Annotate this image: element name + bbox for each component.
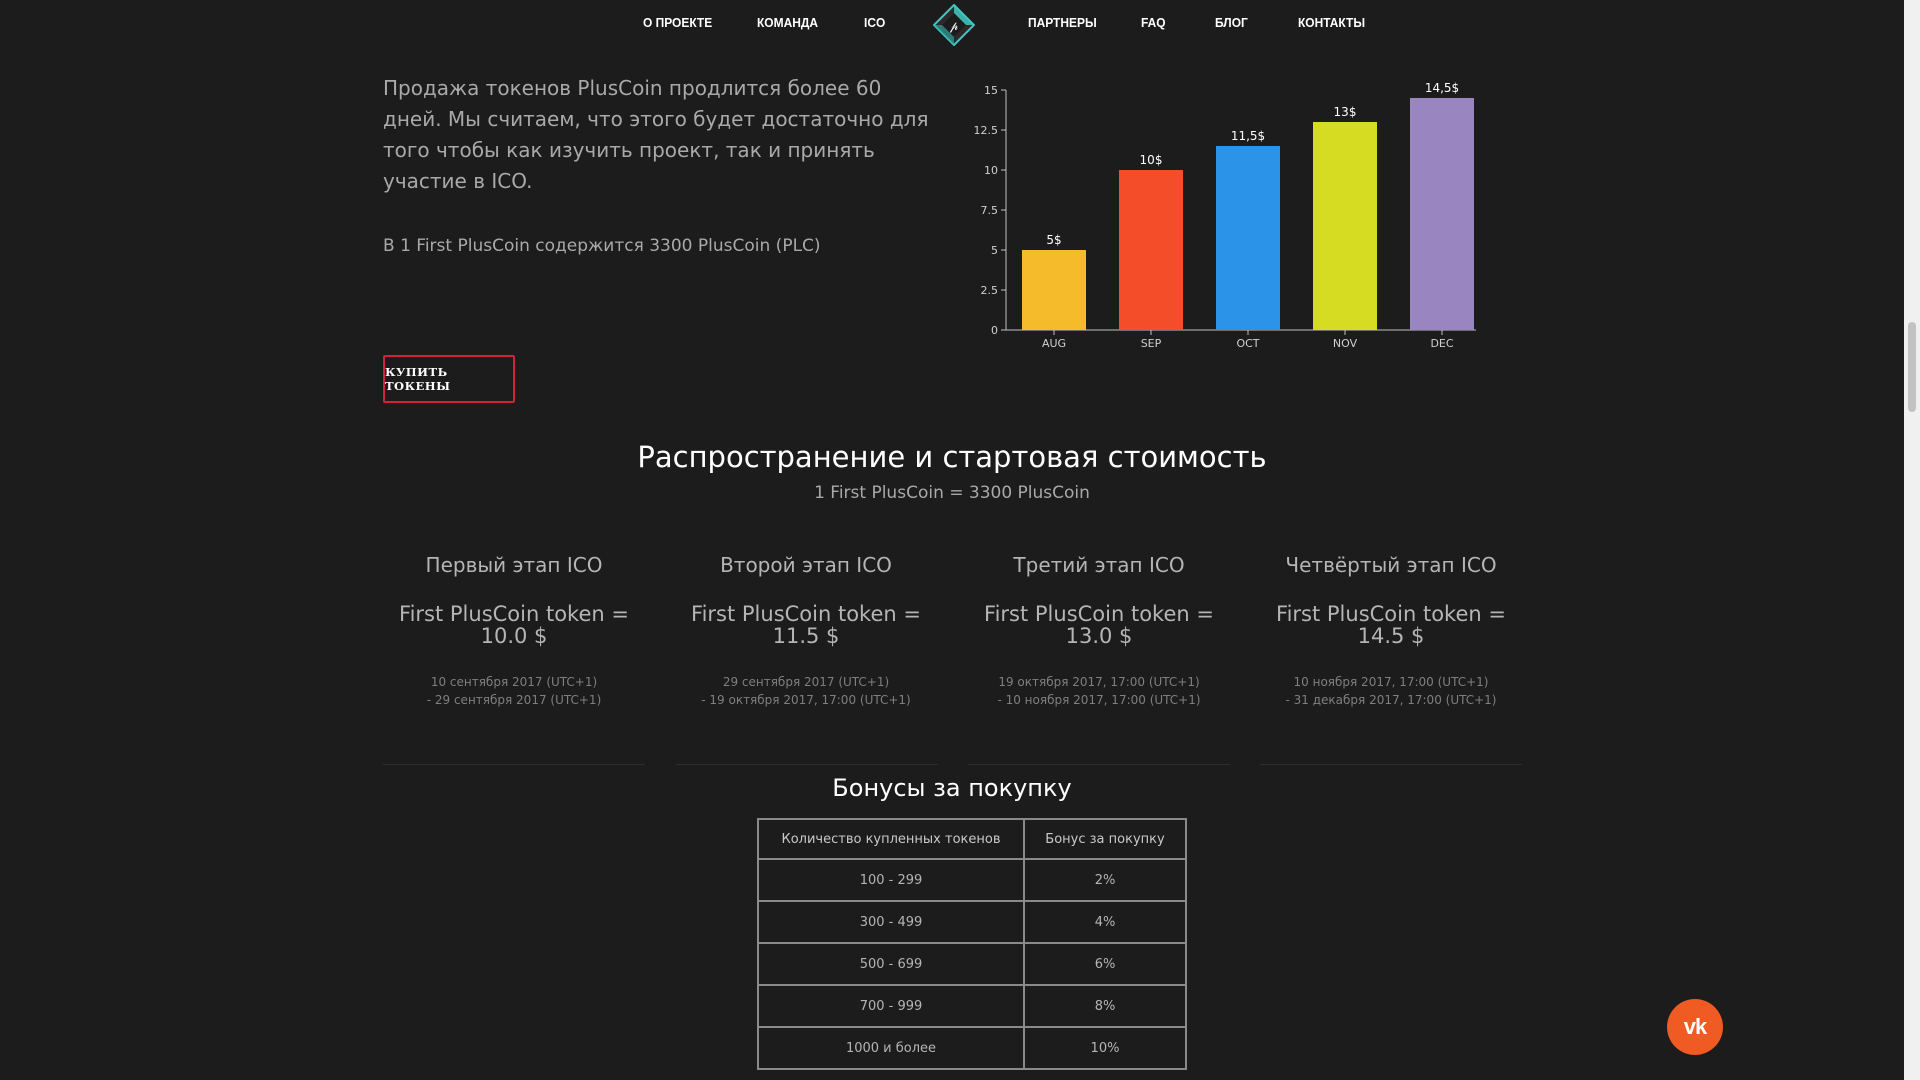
bonus-title: Бонусы за покупку	[832, 774, 1072, 802]
svg-text:𝓅: 𝓅	[950, 19, 959, 33]
top-navigation: О ПРОЕКТЕ КОМАНДА ICO 𝓅 ПАРТНЕРЫ FAQ БЛО…	[0, 0, 1904, 46]
chart-data-label: 10$	[1140, 153, 1163, 167]
stage-price: First PlusCoin token = 14.5 $	[1256, 603, 1526, 647]
bonus-quantity-cell: 100 - 299	[757, 858, 1025, 902]
bonus-percent-cell: 6%	[1023, 942, 1187, 986]
bonus-quantity-cell: 1000 и более	[757, 1026, 1025, 1070]
nav-item-faq[interactable]: FAQ	[1141, 15, 1166, 30]
stage-price: First PlusCoin token = 11.5 $	[671, 603, 941, 647]
divider	[676, 764, 938, 765]
bonus-table-header-row: Количество купленных токенов Бонус за по…	[757, 818, 1187, 860]
table-row: 500 - 699 6%	[757, 942, 1187, 986]
distribution-subtitle: 1 First PlusCoin = 3300 PlusCoin	[814, 483, 1090, 503]
bonus-header-bonus: Бонус за покупку	[1023, 818, 1187, 860]
bonus-table: Количество купленных токенов Бонус за по…	[757, 818, 1187, 1070]
stage-date: 29 сентября 2017 (UTC+1) - 19 октября 20…	[671, 673, 941, 709]
bonus-percent-cell: 2%	[1023, 858, 1187, 902]
chart-y-tick-label: 0	[991, 324, 998, 337]
bonus-quantity-cell: 700 - 999	[757, 984, 1025, 1028]
ico-stage-2: Второй этап ICO First PlusCoin token = 1…	[671, 553, 941, 709]
stage-date-start: 29 сентября 2017 (UTC+1)	[722, 675, 890, 689]
divider	[968, 764, 1230, 765]
table-row: 1000 и более 10%	[757, 1026, 1187, 1070]
chart-y-tick-label: 15	[984, 84, 998, 97]
stage-date-end: - 29 сентября 2017 (UTC+1)	[426, 693, 602, 707]
stage-date-start: 10 ноября 2017, 17:00 (UTC+1)	[1293, 675, 1489, 689]
stage-price-line: First PlusCoin token =	[984, 602, 1214, 626]
vk-icon: vk	[1683, 1014, 1708, 1039]
nav-item-partners[interactable]: ПАРТНЕРЫ	[1028, 15, 1097, 30]
stage-price: First PlusCoin token = 13.0 $	[964, 603, 1234, 647]
chart-x-tick-label: SEP	[1141, 337, 1162, 350]
nav-item-contacts[interactable]: КОНТАКТЫ	[1298, 15, 1365, 30]
intro-text: Продажа токенов PlusCoin продлится более…	[383, 76, 929, 193]
bonus-percent-cell: 4%	[1023, 900, 1187, 944]
ico-stage-4: Четвёртый этап ICO First PlusCoin token …	[1256, 553, 1526, 709]
chart-y-tick-label: 7.5	[981, 204, 999, 217]
chart-bar-dec	[1410, 98, 1474, 330]
stage-price-line: First PlusCoin token =	[399, 602, 629, 626]
stage-price-value: 10.0 $	[480, 624, 548, 648]
chart-data-label: 13$	[1334, 105, 1357, 119]
nav-item-about[interactable]: О ПРОЕКТЕ	[643, 15, 712, 30]
chart-bar-nov	[1313, 122, 1377, 330]
chart-bar-aug	[1022, 250, 1086, 330]
nav-item-ico[interactable]: ICO	[864, 15, 885, 30]
chart-bar-sep	[1119, 170, 1183, 330]
stage-title: Второй этап ICO	[720, 553, 892, 577]
token-price-bar-chart: 0 2.5 5 7.5 10 12.5 15 5$ AUG 10$ SEP 11,5$ OCT 13$ NO…	[974, 81, 1476, 350]
stage-date-start: 19 октября 2017, 17:00 (UTC+1)	[998, 675, 1200, 689]
stage-price-value: 14.5 $	[1357, 624, 1425, 648]
chart-x-tick-label: AUG	[1042, 337, 1066, 350]
chart-data-label: 11,5$	[1231, 129, 1265, 143]
ico-stage-1: Первый этап ICO First PlusCoin token = 1…	[379, 553, 649, 709]
table-row: 300 - 499 4%	[757, 900, 1187, 944]
chart-data-label: 5$	[1046, 233, 1061, 247]
stage-title: Третий этап ICO	[1013, 553, 1185, 577]
table-row: 700 - 999 8%	[757, 984, 1187, 1028]
scrollbar-thumb[interactable]	[1908, 322, 1916, 412]
chart-x-tick-label: DEC	[1430, 337, 1453, 350]
page-scrollbar[interactable]	[1904, 0, 1920, 1080]
stage-price-value: 11.5 $	[772, 624, 840, 648]
chart-x-tick-label: OCT	[1236, 337, 1259, 350]
token-contents-text: В 1 First PlusCoin содержится 3300 PlusC…	[383, 236, 821, 256]
stage-date-end: - 31 декабря 2017, 17:00 (UTC+1)	[1285, 693, 1497, 707]
chart-x-tick-label: NOV	[1333, 337, 1358, 350]
stage-date: 10 ноября 2017, 17:00 (UTC+1) - 31 декаб…	[1256, 673, 1526, 709]
divider	[383, 764, 645, 765]
chart-y-tick-label: 5	[991, 244, 998, 257]
bonus-quantity-cell: 500 - 699	[757, 942, 1025, 986]
stage-price-value: 13.0 $	[1065, 624, 1133, 648]
bonus-percent-cell: 8%	[1023, 984, 1187, 1028]
divider	[1260, 764, 1522, 765]
stage-date: 19 октября 2017, 17:00 (UTC+1) - 10 нояб…	[964, 673, 1234, 709]
stage-price: First PlusCoin token = 10.0 $	[379, 603, 649, 647]
pluscoin-diamond-logo-icon[interactable]: 𝓅	[933, 4, 975, 46]
nav-item-team[interactable]: КОМАНДА	[757, 15, 818, 30]
chart-y-tick-label: 12.5	[974, 124, 999, 137]
chart-y-tick-label: 2.5	[981, 284, 999, 297]
stage-title: Четвёртый этап ICO	[1285, 553, 1497, 577]
bonus-percent-cell: 10%	[1023, 1026, 1187, 1070]
bonus-quantity-cell: 300 - 499	[757, 900, 1025, 944]
page: О ПРОЕКТЕ КОМАНДА ICO 𝓅 ПАРТНЕРЫ FAQ БЛО…	[0, 0, 1920, 1080]
chart-bar-oct	[1216, 146, 1280, 330]
stage-date-end: - 19 октября 2017, 17:00 (UTC+1)	[701, 693, 911, 707]
vk-social-button[interactable]: vk	[1667, 999, 1723, 1055]
stage-price-line: First PlusCoin token =	[691, 602, 921, 626]
chart-y-tick-label: 10	[984, 164, 998, 177]
table-row: 100 - 299 2%	[757, 858, 1187, 902]
stage-date-start: 10 сентября 2017 (UTC+1)	[430, 675, 598, 689]
stage-title: Первый этап ICO	[425, 553, 603, 577]
nav-item-blog[interactable]: БЛОГ	[1215, 15, 1248, 30]
bonus-header-quantity: Количество купленных токенов	[757, 818, 1025, 860]
chart-data-label: 14,5$	[1425, 81, 1459, 95]
stage-date-end: - 10 ноября 2017, 17:00 (UTC+1)	[997, 693, 1201, 707]
stage-price-line: First PlusCoin token =	[1276, 602, 1506, 626]
stage-date: 10 сентября 2017 (UTC+1) - 29 сентября 2…	[379, 673, 649, 709]
distribution-title: Распространение и стартовая стоимость	[637, 440, 1267, 474]
ico-stage-3: Третий этап ICO First PlusCoin token = 1…	[964, 553, 1234, 709]
buy-tokens-button[interactable]: КУПИТЬ ТОКЕНЫ	[383, 355, 515, 403]
